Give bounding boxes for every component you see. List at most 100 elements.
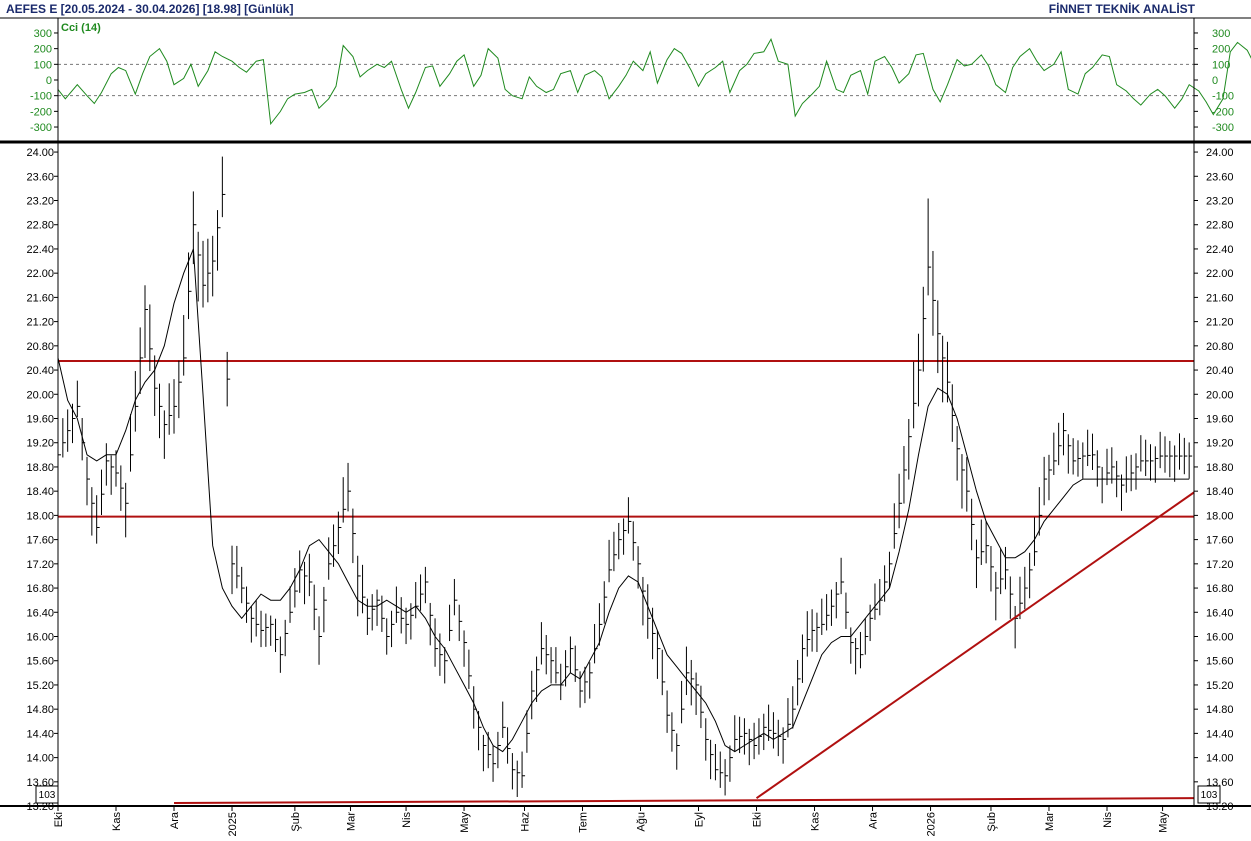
price-tick-label-left: 19.60 bbox=[26, 414, 54, 426]
price-bar bbox=[434, 618, 439, 667]
price-bar bbox=[405, 607, 410, 645]
price-tick-label-left: 22.00 bbox=[26, 268, 54, 280]
price-bar bbox=[801, 634, 806, 683]
price-bar bbox=[1130, 454, 1135, 492]
price-tick-label-left: 23.60 bbox=[26, 171, 54, 183]
price-tick-label-right: 14.40 bbox=[1206, 728, 1234, 740]
price-bar bbox=[565, 650, 569, 687]
price-bar bbox=[371, 594, 376, 631]
cci-tick-label-left: -300 bbox=[30, 122, 52, 134]
price-bar bbox=[1125, 456, 1130, 493]
price-bar bbox=[231, 545, 236, 595]
bottom-support-line bbox=[174, 797, 1195, 805]
price-bar bbox=[1000, 548, 1004, 595]
price-bar bbox=[521, 751, 526, 788]
price-tick-label-left: 17.60 bbox=[26, 535, 54, 547]
price-tick-label-left: 22.80 bbox=[26, 220, 54, 232]
x-tick-label: Mar bbox=[1044, 812, 1056, 831]
price-tick-label-left: 21.20 bbox=[26, 317, 54, 329]
price-bar bbox=[540, 622, 545, 665]
cci-tick-label-left: 100 bbox=[34, 59, 52, 71]
price-bar bbox=[787, 698, 791, 738]
price-bar bbox=[913, 361, 917, 429]
x-tick-label: Tem bbox=[577, 812, 589, 833]
price-bar bbox=[1106, 448, 1110, 486]
price-bar bbox=[734, 715, 738, 752]
price-tick-label-left: 14.40 bbox=[26, 728, 54, 740]
x-tick-label: Haz bbox=[519, 812, 531, 832]
cci-tick-label-right: -200 bbox=[1212, 106, 1234, 118]
price-bar bbox=[821, 598, 825, 635]
price-bar bbox=[304, 561, 308, 605]
price-tick-label-right: 19.20 bbox=[1206, 438, 1234, 450]
price-bar bbox=[453, 578, 458, 616]
price-bar bbox=[545, 634, 550, 675]
cci-tick-label-left: -200 bbox=[30, 106, 52, 118]
price-bar bbox=[1043, 456, 1048, 506]
price-bar bbox=[130, 414, 134, 472]
price-bar bbox=[1154, 446, 1159, 483]
cci-title: Cci (14) bbox=[61, 22, 101, 34]
price-bar bbox=[753, 722, 758, 760]
x-tick-label: 2025 bbox=[227, 812, 239, 836]
price-bar bbox=[115, 450, 120, 487]
price-bar bbox=[120, 465, 124, 511]
x-tick-label: May bbox=[1158, 812, 1170, 833]
cci-tick-label-left: 200 bbox=[34, 44, 52, 56]
price-bar bbox=[1029, 552, 1033, 599]
price-bar bbox=[922, 286, 927, 372]
price-bar bbox=[806, 611, 811, 657]
price-bar bbox=[101, 469, 105, 516]
price-tick-label-left: 14.00 bbox=[26, 753, 54, 765]
price-bar bbox=[168, 383, 173, 435]
price-tick-label-left: 16.00 bbox=[26, 632, 54, 644]
price-panel: 24.00 24.00 23.60 23.60 23.20 23.20 22.80 22.80… bbox=[26, 147, 1233, 813]
price-bar bbox=[932, 250, 936, 336]
price-bar bbox=[845, 592, 849, 629]
price-bar bbox=[1014, 605, 1019, 649]
price-bar bbox=[811, 609, 816, 652]
x-tick-label: Eki bbox=[752, 812, 764, 827]
price-bar bbox=[671, 712, 675, 752]
price-bar bbox=[1062, 412, 1067, 456]
price-tick-label-right: 23.60 bbox=[1206, 171, 1234, 183]
x-tick-label: May bbox=[459, 812, 471, 833]
price-tick-label-right: 18.80 bbox=[1206, 462, 1234, 474]
price-bar bbox=[908, 419, 912, 480]
price-bar bbox=[1048, 454, 1052, 501]
price-tick-label-left: 18.00 bbox=[26, 510, 54, 522]
price-bar bbox=[275, 618, 279, 653]
x-tick-label: Kas bbox=[111, 812, 123, 831]
cci-tick-label-right: -300 bbox=[1212, 122, 1234, 134]
price-bar bbox=[826, 594, 830, 631]
price-bar bbox=[1149, 444, 1154, 481]
price-bar bbox=[386, 618, 390, 655]
chart-canvas: Cci (14)300 300200 200100 1000 0-100 -100-200… bbox=[0, 17, 1251, 836]
price-bar bbox=[1140, 435, 1144, 472]
price-bar bbox=[724, 759, 729, 796]
price-bar bbox=[816, 612, 820, 653]
price-bar bbox=[589, 662, 593, 699]
cci-panel: Cci (14)300 300200 200100 1000 0-100 -100-200… bbox=[30, 22, 1251, 134]
price-bar bbox=[917, 333, 922, 407]
cci-tick-label-left: -100 bbox=[30, 91, 52, 103]
price-tick-label-right: 24.00 bbox=[1206, 147, 1234, 159]
price-bar bbox=[627, 497, 632, 534]
x-tick-label: Şub bbox=[986, 812, 998, 832]
cci-tick-label-right: 0 bbox=[1212, 75, 1218, 87]
price-bar bbox=[188, 252, 192, 320]
price-bar bbox=[391, 610, 395, 648]
cci-line bbox=[57, 37, 1251, 126]
price-tick-label-right: 18.00 bbox=[1206, 510, 1234, 522]
price-bar bbox=[449, 604, 453, 642]
price-bar bbox=[613, 531, 617, 572]
rising-trendline bbox=[755, 491, 1195, 800]
scale-label: 103 bbox=[39, 790, 56, 801]
price-bar bbox=[308, 553, 313, 597]
price-tick-label-right: 22.80 bbox=[1206, 220, 1234, 232]
price-bar bbox=[468, 649, 472, 689]
price-tick-label-left: 17.20 bbox=[26, 559, 54, 571]
price-bar bbox=[105, 443, 110, 486]
price-tick-label-left: 19.20 bbox=[26, 438, 54, 450]
price-bar bbox=[221, 156, 226, 218]
